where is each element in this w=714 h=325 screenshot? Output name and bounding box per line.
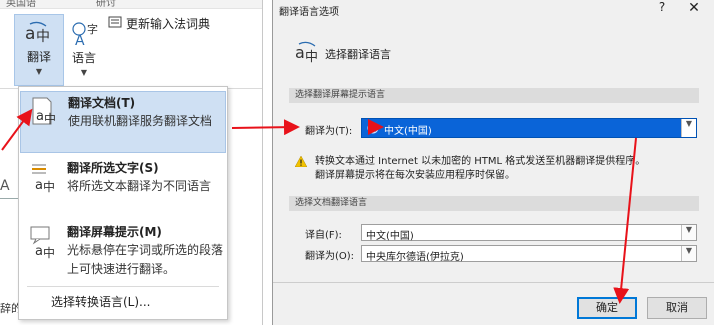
translate-icon: a 中 <box>15 21 63 48</box>
warning-text: 转换文本通过 Internet 以未加密的 HTML 格式发送至机器翻译提供程序… <box>315 155 695 183</box>
pane-divider <box>262 0 263 325</box>
translate-to-dropdown[interactable]: 中央库尔德语(伊拉克) ▼ <box>361 245 697 263</box>
language-button[interactable]: 字 A 语言 ▼ <box>64 14 104 84</box>
svg-text:a: a <box>295 43 305 62</box>
translate-document-icon: a 中 <box>25 94 63 130</box>
menu-item-choose-language[interactable]: 选择转换语言(L)... <box>51 293 151 310</box>
menu-item-title: 翻译文档(T) <box>68 96 136 110</box>
screentip-language-dropdown[interactable]: 中文(中国) ▼ <box>361 118 697 138</box>
chevron-down-icon: ▼ <box>35 67 43 76</box>
dialog-header: 选择翻译语言 <box>325 48 391 61</box>
translate-screentip-icon: a 中 <box>24 223 62 260</box>
ribbon-area: 英国语 研讨 a 中 翻译 ▼ 字 A 语言 ▼ 更新输入法词典 A 辞的 a … <box>0 0 262 325</box>
svg-text:中: 中 <box>36 29 50 45</box>
menu-item-description: 光标悬停在字词或所选的段落上可快速进行翻译。 <box>67 243 224 276</box>
chevron-down-icon[interactable]: ▼ <box>681 119 696 137</box>
menu-separator <box>27 286 219 287</box>
menu-item-description: 使用联机翻译服务翻译文档 <box>68 114 213 128</box>
close-button[interactable]: ✕ <box>683 0 705 18</box>
warning-line: 转换文本通过 Internet 以未加密的 HTML 格式发送至机器翻译提供程序… <box>315 156 646 167</box>
warning-line: 翻译屏幕提示将在每次安装应用程序时保留。 <box>315 170 515 181</box>
svg-text:a: a <box>25 24 35 44</box>
language-icon: 字 A <box>64 20 104 49</box>
svg-text:A: A <box>75 33 85 46</box>
svg-text:a: a <box>35 244 43 259</box>
section-screentip-language: 选择翻译屏幕提示语言 <box>289 88 699 103</box>
ribbon-top-fragment: 英国语 <box>6 0 36 9</box>
svg-text:字: 字 <box>87 22 98 36</box>
dropdown-value: 中文(中国) <box>384 126 432 137</box>
translate-dropdown-menu: a 中 翻译文档(T) 使用联机翻译服务翻译文档 a 中 翻译所选文字(S) 将… <box>18 86 228 320</box>
dropdown-value: 中央库尔德语(伊拉克) <box>366 252 464 263</box>
translation-language-options-dialog: 翻译语言选项 ? ✕ a 中 选择翻译语言 选择翻译屏幕提示语言 翻译为(T):… <box>272 0 714 325</box>
svg-text:a: a <box>35 178 43 193</box>
update-dictionary-button[interactable]: 更新输入法词典 <box>108 14 210 32</box>
ribbon-topbar: 英国语 研讨 <box>0 0 262 9</box>
translate-button[interactable]: a 中 翻译 ▼ <box>14 14 64 86</box>
menu-item-description: 将所选文本翻译为不同语言 <box>67 179 212 193</box>
globe-icon <box>367 122 379 137</box>
ribbon-top-fragment: 研讨 <box>96 0 116 9</box>
translate-from-dropdown[interactable]: 中文(中国) ▼ <box>361 224 697 242</box>
svg-text:a: a <box>36 109 44 124</box>
dictionary-icon <box>108 16 122 31</box>
section-document-language: 选择文档翻译语言 <box>289 196 699 211</box>
translate-from-label: 译自(F): <box>305 230 342 241</box>
svg-text:中: 中 <box>44 111 56 126</box>
translate-label: 翻译 <box>26 50 51 64</box>
chevron-down-icon[interactable]: ▼ <box>681 225 696 240</box>
translate-to-document-label: 翻译为(O): <box>305 251 355 262</box>
menu-item-translate-screentip[interactable]: a 中 翻译屏幕提示(M) 光标悬停在字词或所选的段落上可快速进行翻译。 <box>20 221 226 283</box>
svg-text:中: 中 <box>43 179 55 194</box>
help-button[interactable]: ? <box>651 0 673 18</box>
translate-to-label: 翻译为(T): <box>305 126 353 137</box>
translate-icon: a 中 <box>295 40 321 67</box>
svg-text:中: 中 <box>305 50 318 64</box>
menu-item-title: 翻译屏幕提示(M) <box>67 225 162 239</box>
cancel-button[interactable]: 取消 <box>647 297 707 319</box>
translate-selection-icon: a 中 <box>24 159 62 195</box>
dropdown-value: 中文(中国) <box>366 231 414 242</box>
language-label: 语言 <box>71 51 96 65</box>
update-dictionary-label: 更新输入法词典 <box>126 16 211 31</box>
dialog-title: 翻译语言选项 <box>279 7 339 18</box>
menu-item-title: 翻译所选文字(S) <box>67 161 159 175</box>
svg-text:中: 中 <box>43 245 55 259</box>
divider <box>273 282 714 283</box>
warning-icon <box>294 155 308 170</box>
menu-item-translate-document[interactable]: a 中 翻译文档(T) 使用联机翻译服务翻译文档 <box>20 91 226 153</box>
menu-item-translate-selection[interactable]: a 中 翻译所选文字(S) 将所选文本翻译为不同语言 <box>20 157 226 217</box>
ribbon-left-letter: A <box>0 178 10 194</box>
divider <box>0 198 20 199</box>
chevron-down-icon[interactable]: ▼ <box>681 246 696 261</box>
ok-button[interactable]: 确定 <box>577 297 637 319</box>
chevron-down-icon: ▼ <box>80 68 88 77</box>
